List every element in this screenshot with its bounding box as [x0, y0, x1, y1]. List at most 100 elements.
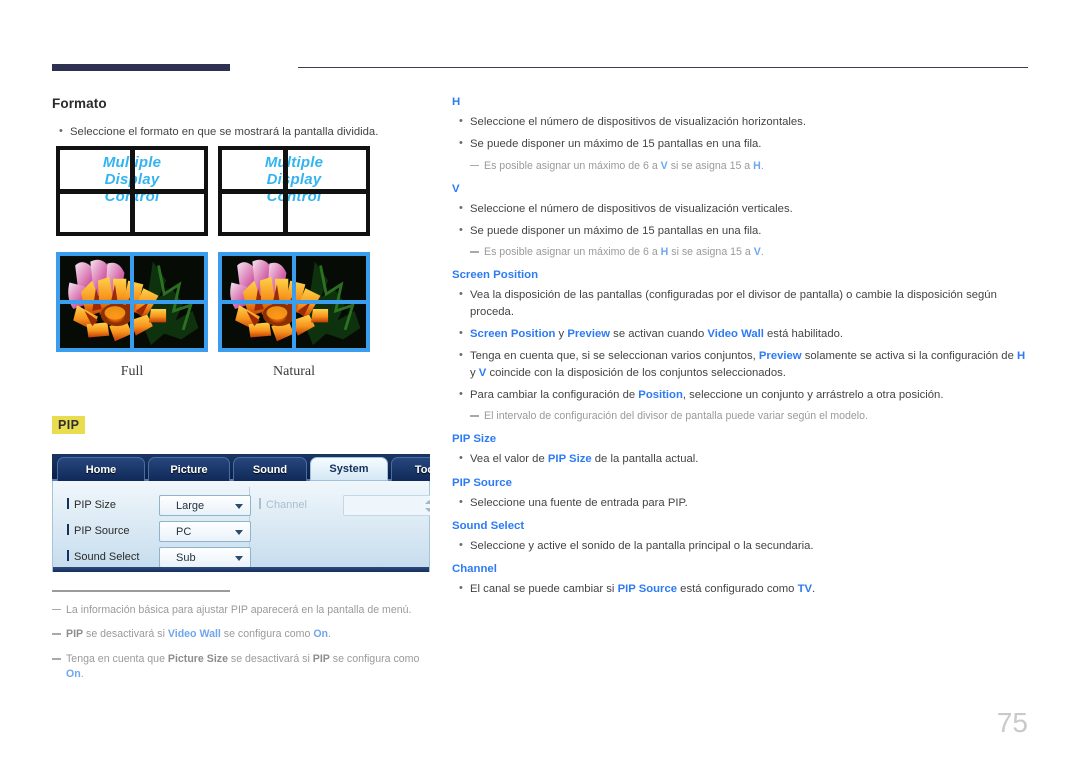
photo-grid-full	[56, 252, 208, 353]
text-run: de la pantalla actual.	[591, 453, 699, 466]
osd-field-pip-source: PIP Source PC	[67, 521, 251, 543]
emphasis-blue: V	[753, 246, 761, 259]
page-header-rule	[52, 64, 1028, 76]
emphasis-blue: TV	[797, 583, 813, 596]
emphasis-bold: PIP	[312, 653, 330, 666]
text-run: Seleccione y active el sonido de la pant…	[470, 539, 814, 552]
note-text: El intervalo de configuración del diviso…	[484, 409, 868, 424]
text-run: se desactivará si	[83, 628, 168, 641]
bullet-text: Seleccione el número de dispositivos de …	[470, 201, 793, 217]
footnote-separator	[52, 590, 230, 592]
chevron-down-icon	[235, 556, 243, 562]
text-run: Tenga en cuenta que, si se seleccionan v…	[470, 350, 759, 363]
footnote-text: La información básica para ajustar PIP a…	[66, 603, 412, 618]
display-grid-natural: Multiple Display Control	[218, 146, 370, 237]
emphasis-blue: Preview	[758, 350, 802, 363]
osd-field-sound-select: Sound Select Sub	[67, 547, 251, 569]
bullet-marker-icon: •	[459, 201, 463, 214]
footnote-item: Tenga en cuenta que Picture Size se desa…	[52, 652, 432, 682]
text-run: .	[760, 159, 764, 172]
note-text: Es posible asignar un máximo de 6 a V si…	[484, 159, 764, 174]
bullet-marker-icon: •	[459, 288, 463, 301]
emphasis-blue: Preview	[567, 327, 611, 340]
bullet-item: • Para cambiar la configuración de Positi…	[452, 387, 1028, 403]
subsection-heading-pip-size: PIP Size	[452, 433, 497, 446]
bullet-text: El canal se puede cambiar si PIP Source …	[470, 581, 815, 597]
osd-value-pip-size: Large	[176, 499, 205, 512]
text-run: Vea el valor de	[470, 453, 548, 466]
subsection-heading-sound-select: Sound Select	[452, 519, 525, 532]
left-column: Formato • Seleccione el formato en que s…	[52, 96, 432, 692]
bullet-item: • Seleccione el número de dispositivos de…	[452, 201, 1028, 217]
text-run: y	[555, 327, 568, 340]
text-run: Seleccione el número de dispositivos de …	[470, 202, 793, 215]
bullet-item: • Seleccione y active el sonido de la pan…	[452, 538, 1028, 554]
grid-horizontal-divider	[60, 300, 204, 305]
osd-tab-system[interactable]: System	[310, 457, 388, 482]
note-dash-icon	[470, 408, 484, 423]
header-accent-bar	[52, 64, 230, 71]
bullet-item: • Tenga en cuenta que, si se seleccionan …	[452, 348, 1028, 381]
osd-label-pip-source: PIP Source	[67, 524, 129, 537]
text-run: .	[328, 628, 331, 641]
emphasis-blue: PIP Size	[547, 453, 592, 466]
note-dash-icon	[470, 244, 484, 259]
osd-tab-sound[interactable]: Sound	[233, 457, 307, 482]
page-number: 75	[996, 707, 1028, 738]
note-dash-icon	[470, 158, 484, 173]
emphasis-blue: Video Wall	[167, 628, 221, 641]
tv-osd-screenshot: Home Picture Sound System Tool PIP Size …	[52, 454, 430, 573]
osd-combo-pip-source[interactable]: PC	[159, 521, 251, 543]
text-run: La información básica para ajustar PIP a…	[66, 603, 412, 616]
bullet-text: Seleccione una fuente de entrada para PI…	[470, 495, 688, 511]
spinner-down-icon	[425, 508, 430, 513]
osd-tab-tool[interactable]: Tool	[391, 457, 430, 482]
mdc-line-2: Display	[266, 171, 322, 189]
osd-tab-picture[interactable]: Picture	[148, 457, 230, 482]
osd-spinner-channel[interactable]	[343, 495, 430, 517]
emphasis-blue: V	[660, 159, 668, 172]
emphasis-blue: Screen Position	[470, 327, 556, 340]
text-run: El intervalo de configuración del diviso…	[484, 410, 868, 423]
bullet-marker-icon: •	[459, 349, 463, 362]
bullet-text: Para cambiar la configuración de Positio…	[470, 387, 943, 403]
osd-combo-pip-size[interactable]: Large	[159, 495, 251, 517]
bullet-item: • Vea la disposición de las pantallas (co…	[452, 287, 1028, 320]
grid-horizontal-divider	[222, 188, 366, 194]
text-run: si se asigna 15 a	[668, 246, 754, 259]
chevron-down-icon	[235, 504, 243, 510]
osd-field-pip-size: PIP Size Large	[67, 495, 251, 517]
osd-tab-home[interactable]: Home	[57, 457, 145, 482]
text-run: Vea la disposición de las pantallas (con…	[470, 289, 997, 318]
footnote-list: La información básica para ajustar PIP a…	[52, 603, 432, 682]
display-layout-illustrations: Multiple Display Control Multiple Displa…	[52, 146, 432, 248]
bullet-text: Vea la disposición de las pantallas (con…	[470, 287, 1028, 320]
grid-horizontal-divider	[222, 300, 366, 305]
bullet-marker-icon: •	[459, 223, 463, 236]
osd-label-channel: Channel	[259, 498, 307, 511]
spinner-up-icon	[425, 500, 430, 505]
bullet-marker-icon: •	[59, 125, 63, 137]
footnote-item: PIP se desactivará si Video Wall se conf…	[52, 627, 432, 642]
osd-combo-sound-select[interactable]: Sub	[159, 547, 251, 569]
bullet-text: Vea el valor de PIP Size de la pantalla …	[470, 451, 698, 467]
header-thin-rule	[298, 67, 1028, 69]
osd-value-sound-select: Sub	[176, 551, 196, 564]
note-item: Es posible asignar un máximo de 6 a H si…	[470, 245, 1028, 260]
text-run: se desactivará si	[227, 653, 313, 666]
bullet-text: Se puede disponer un máximo de 15 pantal…	[470, 223, 761, 239]
text-run: Para cambiar la configuración de	[470, 389, 639, 402]
text-run: se configura como	[220, 628, 314, 641]
note-item: Es posible asignar un máximo de 6 a V si…	[470, 159, 1028, 174]
note-text: Es posible asignar un máximo de 6 a H si…	[484, 245, 764, 260]
text-run: El canal se puede cambiar si	[470, 583, 618, 596]
bullet-marker-icon: •	[459, 452, 463, 465]
bullet-marker-icon: •	[459, 495, 463, 508]
bullet-text: Screen Position y Preview se activan cua…	[470, 326, 843, 342]
note-dash-icon	[52, 651, 66, 681]
osd-label-sound-select: Sound Select	[67, 550, 139, 563]
osd-tabbar: Home Picture Sound System Tool	[52, 454, 430, 482]
emphasis-blue: On	[66, 668, 81, 681]
text-run: , seleccione un conjunto y arrástrelo a …	[682, 389, 944, 402]
text-run: está configurado como	[677, 583, 798, 596]
